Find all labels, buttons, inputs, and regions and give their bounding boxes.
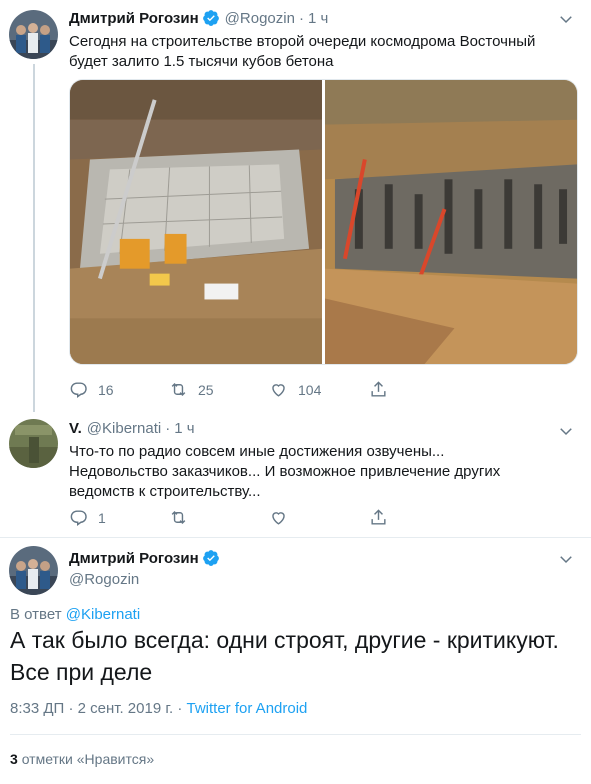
avatar-kibernati[interactable]	[9, 419, 58, 468]
retweet-button[interactable]: 25	[169, 380, 269, 399]
tweet-text: Что-то по радио совсем иные достижения о…	[69, 442, 569, 502]
main-text-line: Все при деле	[10, 659, 153, 685]
tweet-header: Дмитрий Рогозин @Rogozin · 1 ч	[69, 9, 328, 27]
construction-photo-pit[interactable]	[70, 80, 322, 364]
author-handle[interactable]: @Rogozin	[225, 10, 295, 27]
chevron-down-icon[interactable]	[557, 550, 575, 568]
retweet-button[interactable]	[169, 508, 269, 527]
retweet-icon	[171, 510, 186, 525]
share-button[interactable]	[369, 380, 469, 399]
tweet-actions: 16 25 104	[69, 380, 469, 399]
reply-icon	[70, 510, 87, 527]
reply-to-line: В ответ @Kibernati	[10, 606, 140, 623]
tweet-header: Дмитрий Рогозин	[69, 549, 220, 567]
author-handle[interactable]: @Rogozin	[69, 571, 139, 588]
author-name[interactable]: Дмитрий Рогозин	[69, 10, 199, 27]
tweet-text-line: Недовольство заказчиков... И возможное п…	[69, 463, 501, 480]
separator-dot: ·	[298, 9, 304, 27]
reply-prefix: В ответ	[10, 606, 62, 623]
reply-count: 16	[98, 381, 114, 398]
tweet-time[interactable]: 1 ч	[174, 420, 194, 437]
construction-photo-cranes[interactable]	[324, 80, 577, 364]
author-handle[interactable]: @Kibernati	[87, 420, 161, 437]
like-button[interactable]: 104	[269, 380, 369, 399]
like-button[interactable]	[269, 508, 369, 527]
reply-to-link[interactable]: @Kibernati	[66, 606, 140, 623]
separator-dot: ·	[165, 420, 171, 437]
retweet-icon	[171, 382, 186, 397]
author-name[interactable]: V.	[69, 420, 82, 437]
avatar-rogozin[interactable]	[9, 546, 58, 595]
tweet-text-line: ведомств к строительству...	[69, 483, 261, 500]
reply-icon	[70, 382, 87, 399]
main-text-line: А так было всегда: одни строят, другие -…	[10, 627, 559, 653]
reply-button[interactable]: 1	[69, 508, 169, 527]
heart-icon	[272, 384, 285, 397]
avatar-rogozin[interactable]	[9, 10, 58, 59]
divider	[10, 734, 581, 735]
media-grid	[69, 79, 578, 365]
main-tweet-text: А так было всегда: одни строят, другие -…	[10, 624, 580, 688]
tweet-header: V. @Kibernati · 1 ч	[69, 420, 195, 437]
share-icon	[371, 381, 386, 397]
tweet-text-line: Что-то по радио совсем иные достижения о…	[69, 443, 445, 460]
heart-icon	[272, 512, 285, 525]
share-icon	[371, 509, 386, 525]
tweet-text: Сегодня на строительстве второй очереди …	[69, 33, 536, 70]
tweet-time[interactable]: 1 ч	[308, 10, 328, 27]
likes-count: 3	[10, 751, 18, 767]
share-button[interactable]	[369, 508, 469, 527]
thread-line	[33, 64, 35, 412]
tweet-kibernati[interactable]: V. @Kibernati · 1 ч Что-то по радио совс…	[0, 412, 591, 537]
verified-badge-icon	[202, 10, 219, 26]
handle-row: @Rogozin	[69, 571, 139, 588]
source-separator: ·	[173, 700, 187, 717]
reply-button[interactable]: 16	[69, 380, 169, 399]
source-link[interactable]: Twitter for Android	[187, 700, 308, 717]
like-count: 104	[298, 381, 322, 398]
verified-badge-icon	[202, 550, 219, 566]
timestamp[interactable]: 8:33 ДП · 2 сент. 2019 г.	[10, 700, 173, 717]
tweet-actions: 1	[69, 508, 469, 527]
author-name[interactable]: Дмитрий Рогозин	[69, 550, 199, 567]
chevron-down-icon[interactable]	[557, 10, 575, 28]
reply-count: 1	[98, 509, 106, 526]
likes-summary[interactable]: 3 отметки «Нравится»	[10, 751, 154, 767]
chevron-down-icon[interactable]	[557, 422, 575, 440]
tweet-meta: 8:33 ДП · 2 сент. 2019 г. · Twitter for …	[10, 700, 307, 717]
retweet-count: 25	[198, 381, 214, 398]
likes-label: отметки «Нравится»	[21, 751, 155, 767]
tweet-rogozin-1[interactable]: Дмитрий Рогозин @Rogozin · 1 ч Сегодня н…	[0, 0, 591, 412]
